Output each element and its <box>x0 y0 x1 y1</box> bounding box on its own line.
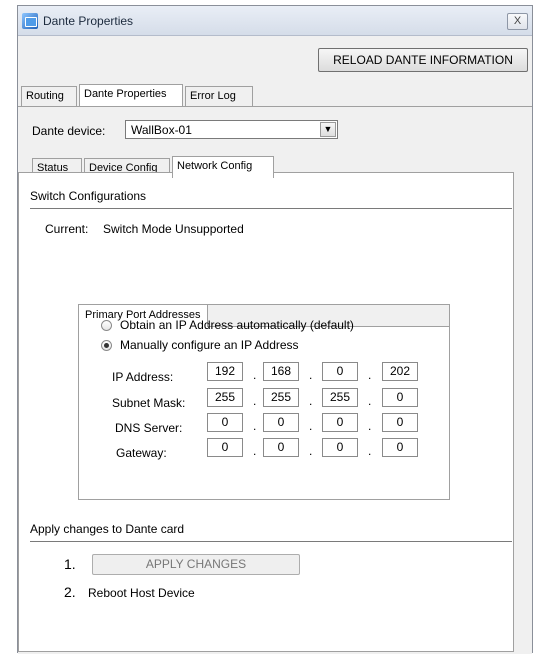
window-title: Dante Properties <box>43 14 134 28</box>
dns-server-octet-4[interactable]: 0 <box>382 413 418 432</box>
gateway-label: Gateway: <box>116 446 167 460</box>
step-2-number: 2. <box>64 584 76 600</box>
subnet-mask-octet-4[interactable]: 0 <box>382 388 418 407</box>
subnet-mask-octet-3[interactable]: 255 <box>322 388 358 407</box>
ip-address-octet-4[interactable]: 202 <box>382 362 418 381</box>
dante-device-label: Dante device: <box>32 124 106 138</box>
reboot-host-device-text: Reboot Host Device <box>88 586 195 600</box>
switch-mode-value: Switch Mode Unsupported <box>103 222 244 236</box>
subnet-mask-octet-2[interactable]: 255 <box>263 388 299 407</box>
subnet-mask-label: Subnet Mask: <box>112 396 186 410</box>
tab-network-config[interactable]: Network Config <box>172 156 274 178</box>
ip-separator: . <box>309 368 313 382</box>
dns-server-label: DNS Server: <box>115 421 183 435</box>
divider <box>30 541 512 542</box>
obtain-ip-automatically-radio[interactable] <box>101 320 112 331</box>
gateway-octet-2[interactable]: 0 <box>263 438 299 457</box>
dns-server-octet-2[interactable]: 0 <box>263 413 299 432</box>
step-1-number: 1. <box>64 556 76 572</box>
title-bar: Dante Properties X <box>18 6 532 36</box>
ip-separator: . <box>368 394 372 408</box>
ip-address-octet-1[interactable]: 192 <box>207 362 243 381</box>
ip-separator: . <box>368 368 372 382</box>
ip-address-octet-3[interactable]: 0 <box>322 362 358 381</box>
current-label: Current: <box>45 222 89 236</box>
manual-ip-label: Manually configure an IP Address <box>120 338 299 352</box>
obtain-ip-automatically-label: Obtain an IP Address automatically (defa… <box>120 318 354 332</box>
switch-configurations-heading: Switch Configurations <box>30 189 147 203</box>
dns-server-octet-1[interactable]: 0 <box>207 413 243 432</box>
ip-address-octet-2[interactable]: 168 <box>263 362 299 381</box>
ip-separator: . <box>368 444 372 458</box>
ip-separator: . <box>368 419 372 433</box>
ip-separator: . <box>253 444 257 458</box>
gateway-octet-1[interactable]: 0 <box>207 438 243 457</box>
apply-changes-heading: Apply changes to Dante card <box>30 522 185 536</box>
gateway-octet-3[interactable]: 0 <box>322 438 358 457</box>
main-tab-bar: Routing Dante Properties Error Log <box>21 84 321 106</box>
chevron-down-icon[interactable]: ▼ <box>320 122 336 137</box>
ip-separator: . <box>309 419 313 433</box>
app-icon <box>22 13 38 29</box>
ip-separator: . <box>253 394 257 408</box>
tab-routing[interactable]: Routing <box>21 86 77 106</box>
dante-device-value: WallBox-01 <box>131 123 192 137</box>
gateway-octet-4[interactable]: 0 <box>382 438 418 457</box>
tab-dante-properties[interactable]: Dante Properties <box>79 84 183 106</box>
ip-separator: . <box>253 368 257 382</box>
ip-separator: . <box>309 394 313 408</box>
tab-error-log[interactable]: Error Log <box>185 86 253 106</box>
ip-separator: . <box>309 444 313 458</box>
dns-server-octet-3[interactable]: 0 <box>322 413 358 432</box>
divider <box>30 208 512 209</box>
subnet-mask-octet-1[interactable]: 255 <box>207 388 243 407</box>
ip-separator: . <box>253 419 257 433</box>
apply-changes-button[interactable]: APPLY CHANGES <box>92 554 300 575</box>
manual-ip-radio[interactable] <box>101 340 112 351</box>
ip-address-label: IP Address: <box>112 370 174 384</box>
dante-device-dropdown[interactable]: WallBox-01 ▼ <box>125 120 338 139</box>
close-button[interactable]: X <box>507 13 528 30</box>
reload-dante-information-button[interactable]: RELOAD DANTE INFORMATION <box>318 48 528 72</box>
